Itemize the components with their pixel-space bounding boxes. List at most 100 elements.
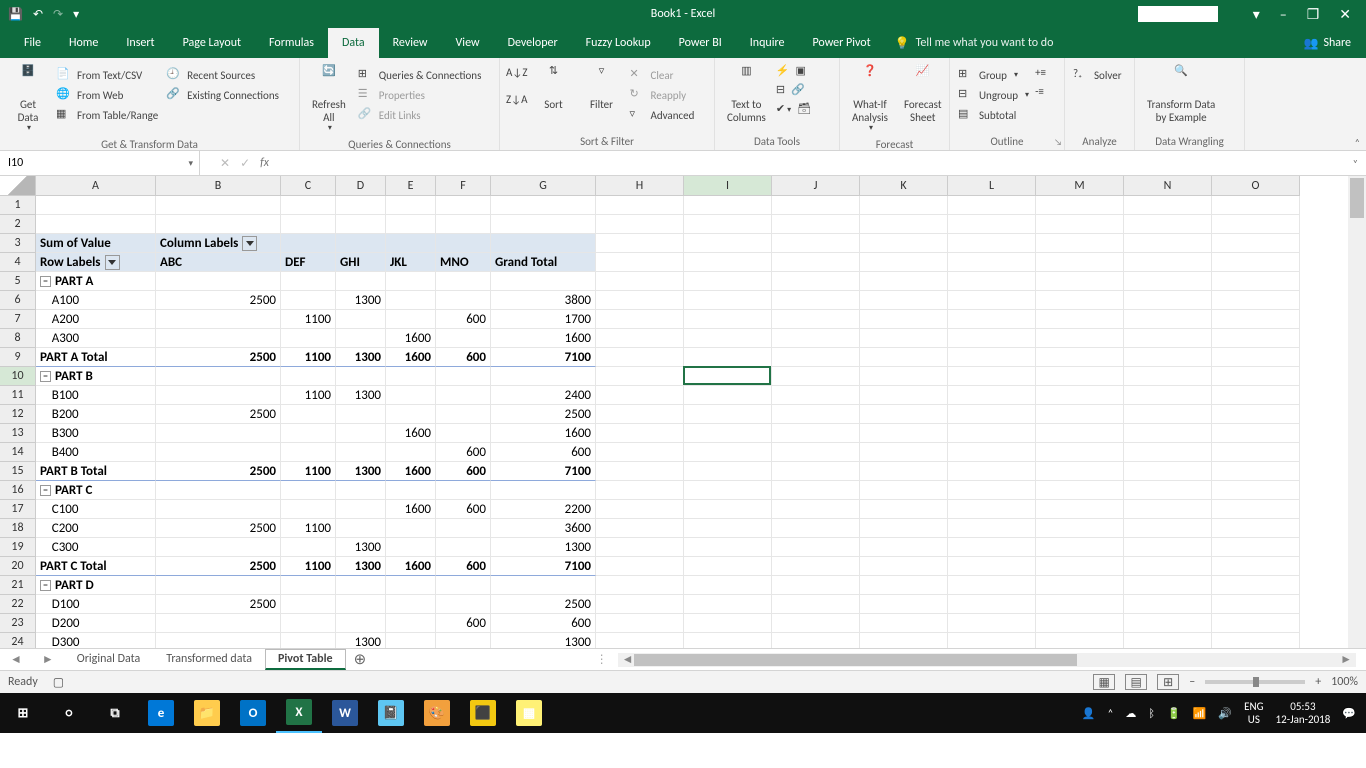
cell[interactable] [436, 367, 491, 386]
namebox-dropdown-icon[interactable]: ▾ [188, 158, 193, 169]
taskbar-explorer-icon[interactable]: 📁 [184, 693, 230, 733]
tray-notifications-icon[interactable]: 💬 [1342, 707, 1356, 720]
cell[interactable] [1124, 538, 1212, 557]
ribbon-tab-page-layout[interactable]: Page Layout [169, 28, 255, 58]
cell[interactable] [860, 253, 948, 272]
cell[interactable] [772, 215, 860, 234]
row-header[interactable]: 4 [0, 253, 36, 272]
row-header[interactable]: 13 [0, 424, 36, 443]
cell[interactable] [1036, 595, 1124, 614]
row-header[interactable]: 9 [0, 348, 36, 367]
cell[interactable] [684, 633, 772, 649]
column-header[interactable]: D [336, 176, 386, 196]
cell[interactable] [860, 481, 948, 500]
cell[interactable] [1036, 557, 1124, 576]
sheet-tab[interactable]: Pivot Table [265, 649, 346, 670]
cell[interactable] [1036, 367, 1124, 386]
collapse-icon[interactable]: – [40, 485, 51, 496]
cell[interactable] [948, 348, 1036, 367]
row-header[interactable]: 2 [0, 215, 36, 234]
taskbar-sticky-icon[interactable]: ▦ [506, 693, 552, 733]
cell[interactable] [772, 234, 860, 253]
cell[interactable]: –PART D [36, 576, 156, 595]
ribbon-tab-power-pivot[interactable]: Power Pivot [798, 28, 884, 58]
cell[interactable]: 1600 [386, 424, 436, 443]
cell[interactable] [684, 386, 772, 405]
from-text-csv-button[interactable]: 📄From Text/CSV [54, 66, 160, 84]
cell[interactable] [156, 215, 281, 234]
taskbar-word-icon[interactable]: W [322, 693, 368, 733]
window-minimize-icon[interactable]: – [1280, 6, 1287, 23]
cell[interactable]: 1600 [386, 500, 436, 519]
cell[interactable] [336, 576, 386, 595]
cell[interactable]: 1600 [491, 329, 596, 348]
cell[interactable] [596, 310, 684, 329]
cell[interactable] [386, 196, 436, 215]
cell[interactable]: 2500 [156, 595, 281, 614]
cell[interactable]: 1100 [281, 310, 336, 329]
cell[interactable] [1212, 462, 1300, 481]
recent-sources-button[interactable]: 🕘Recent Sources [164, 66, 281, 84]
cell[interactable] [860, 291, 948, 310]
cell[interactable] [386, 386, 436, 405]
tray-onedrive-icon[interactable]: ☁ [1125, 707, 1136, 720]
cell[interactable] [772, 500, 860, 519]
cell[interactable] [772, 196, 860, 215]
row-header[interactable]: 18 [0, 519, 36, 538]
cell[interactable] [772, 462, 860, 481]
cell[interactable] [436, 519, 491, 538]
tray-battery-icon[interactable]: 🔋 [1167, 707, 1181, 720]
cell[interactable] [948, 329, 1036, 348]
cell[interactable] [336, 519, 386, 538]
cell[interactable] [1124, 443, 1212, 462]
taskbar-start-icon[interactable]: ⊞ [0, 693, 46, 733]
zoom-level[interactable]: 100% [1331, 675, 1358, 689]
cell[interactable]: 600 [436, 348, 491, 367]
cell[interactable] [772, 443, 860, 462]
cell[interactable]: ABC [156, 253, 281, 272]
ribbon-tab-data[interactable]: Data [328, 28, 379, 58]
cell[interactable] [1124, 405, 1212, 424]
cell[interactable]: 1100 [281, 557, 336, 576]
cell[interactable] [1212, 310, 1300, 329]
cell[interactable]: 1100 [281, 519, 336, 538]
cell[interactable] [281, 595, 336, 614]
cell[interactable] [948, 481, 1036, 500]
cell[interactable] [1036, 500, 1124, 519]
cell[interactable] [281, 234, 336, 253]
tray-chevron-icon[interactable]: ˄ [1108, 707, 1114, 720]
cell[interactable] [596, 234, 684, 253]
cell[interactable] [436, 329, 491, 348]
cell[interactable] [281, 424, 336, 443]
collapse-icon[interactable]: – [40, 580, 51, 591]
cell[interactable] [386, 538, 436, 557]
cell[interactable] [860, 386, 948, 405]
cell[interactable] [1212, 633, 1300, 649]
cell[interactable] [860, 614, 948, 633]
cell[interactable] [1212, 253, 1300, 272]
cell[interactable] [386, 576, 436, 595]
cell[interactable] [948, 386, 1036, 405]
cell[interactable] [1036, 196, 1124, 215]
cell[interactable] [281, 633, 336, 649]
cell[interactable] [948, 367, 1036, 386]
cell[interactable] [386, 405, 436, 424]
cell[interactable]: 1300 [336, 633, 386, 649]
cell[interactable] [1036, 405, 1124, 424]
user-name-box[interactable] [1138, 6, 1218, 22]
from-web-button[interactable]: 🌐From Web [54, 86, 160, 104]
cell[interactable]: D100 [36, 595, 156, 614]
cell[interactable] [336, 215, 386, 234]
column-header[interactable]: G [491, 176, 596, 196]
cell[interactable] [386, 633, 436, 649]
cell[interactable] [336, 614, 386, 633]
cell[interactable] [1212, 481, 1300, 500]
cell[interactable] [684, 595, 772, 614]
cell[interactable] [948, 310, 1036, 329]
zoom-out-icon[interactable]: – [1189, 675, 1195, 689]
group-button[interactable]: ⊞Group▾ [956, 66, 1031, 84]
cell[interactable] [336, 424, 386, 443]
cell[interactable] [436, 272, 491, 291]
select-all-button[interactable] [0, 176, 36, 196]
cell[interactable]: 3600 [491, 519, 596, 538]
